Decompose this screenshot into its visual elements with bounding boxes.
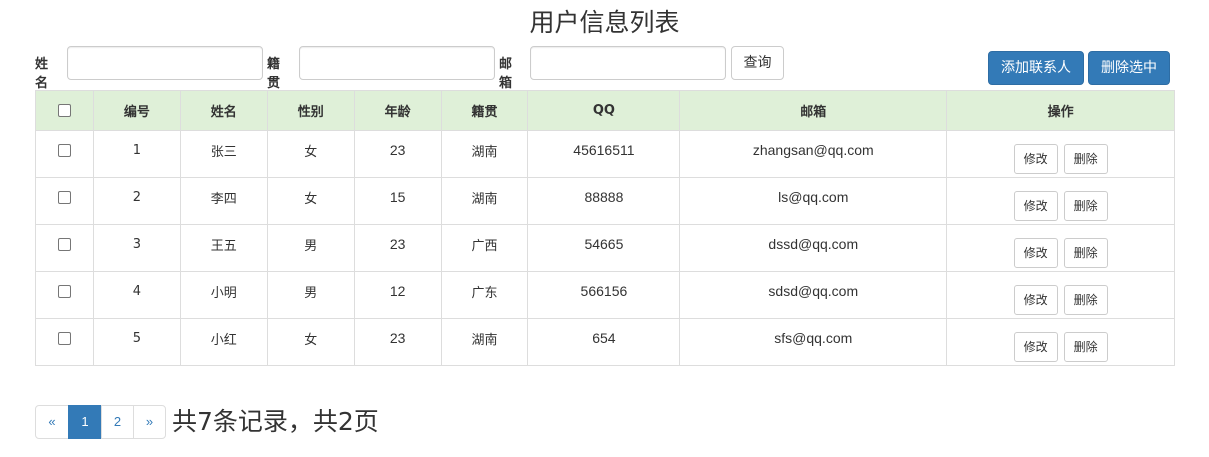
email-label: 邮箱	[499, 57, 513, 91]
row-actions-cell: 修改 删除	[946, 224, 1175, 272]
page-title: 用户信息列表	[529, 8, 680, 37]
table-row: 2 李四女 15 湖南 88888 ls@qq.com 修改 删除	[35, 177, 1175, 225]
column-header: 编号	[92, 90, 181, 131]
delete-button[interactable]: 删除	[1063, 144, 1108, 174]
cell-hometown: 湖南	[440, 318, 529, 366]
cell-gender: 男	[266, 271, 355, 319]
cell-email: zhangsan@qq.com	[679, 130, 948, 178]
hometown-label: 籍贯	[267, 57, 281, 91]
row-select-cell	[35, 271, 94, 319]
cell-email: dssd@qq.com	[679, 224, 948, 272]
name-input[interactable]	[67, 46, 263, 80]
cell-email: sdsd@qq.com	[679, 271, 948, 319]
delete-selected-button[interactable]: 删除选中	[1088, 51, 1170, 85]
column-header: 姓名	[179, 90, 268, 131]
cell-name: 张三	[179, 130, 268, 178]
table-body: 1 张三女 23 湖南 45616511 zhangsan@qq.com 修改 删除 2 李四女 1…	[35, 130, 1175, 366]
table-row: 5 小红女 23 湖南 654 sfs@qq.com 修改 删除	[35, 318, 1175, 366]
row-checkbox[interactable]	[57, 190, 71, 204]
cell-gender: 女	[266, 318, 355, 366]
row-checkbox[interactable]	[57, 284, 71, 298]
cell-gender: 女	[266, 177, 355, 225]
cell-id: 1	[92, 130, 181, 178]
cell-name: 小明	[179, 271, 268, 319]
cell-hometown: 广东	[440, 271, 529, 319]
page-2-button[interactable]: 2	[101, 405, 134, 439]
cell-qq: 566156	[527, 271, 681, 319]
cell-id: 2	[92, 177, 181, 225]
column-header: 性别	[266, 90, 355, 131]
column-header: 年龄	[353, 90, 442, 131]
delete-button[interactable]: 删除	[1063, 285, 1108, 315]
row-actions-cell: 修改 删除	[946, 177, 1175, 225]
select-all-checkbox[interactable]	[57, 104, 71, 117]
edit-button[interactable]: 修改	[1013, 238, 1058, 268]
row-actions-cell: 修改 删除	[946, 130, 1175, 178]
cell-age: 23	[353, 224, 442, 272]
cell-id: 5	[92, 318, 181, 366]
cell-name: 王五	[179, 224, 268, 272]
cell-age: 15	[353, 177, 442, 225]
hometown-input[interactable]	[299, 46, 495, 80]
cell-qq: 654	[527, 318, 681, 366]
delete-button[interactable]: 删除	[1063, 191, 1108, 221]
cell-age: 23	[353, 318, 442, 366]
edit-button[interactable]: 修改	[1013, 144, 1058, 174]
table-row: 1 张三女 23 湖南 45616511 zhangsan@qq.com 修改 删除	[35, 130, 1175, 178]
next-page-button[interactable]: »	[133, 405, 166, 439]
table-row: 3 王五男 23 广西 54665 dssd@qq.com 修改 删除	[35, 224, 1175, 272]
row-actions-cell: 修改 删除	[946, 271, 1175, 319]
column-header: 邮箱	[679, 90, 948, 131]
row-select-cell	[35, 177, 94, 225]
row-select-cell	[35, 318, 94, 366]
select-all-cell	[35, 90, 94, 131]
cell-age: 12	[353, 271, 442, 319]
table-row: 4 小明男 12 广东 566156 sdsd@qq.com 修改 删除	[35, 271, 1175, 319]
cell-hometown: 广西	[440, 224, 529, 272]
row-actions-cell: 修改 删除	[946, 318, 1175, 366]
cell-name: 李四	[179, 177, 268, 225]
row-checkbox[interactable]	[57, 237, 71, 251]
cell-qq: 88888	[527, 177, 681, 225]
pagination: « 1 2 »	[35, 405, 166, 439]
row-select-cell	[35, 224, 94, 272]
email-input[interactable]	[530, 46, 726, 80]
column-header: 籍贯	[440, 90, 529, 131]
column-header: QQ	[527, 90, 681, 131]
cell-email: ls@qq.com	[679, 177, 948, 225]
cell-hometown: 湖南	[440, 130, 529, 178]
name-label: 姓名	[35, 57, 49, 91]
cell-qq: 45616511	[527, 130, 681, 178]
cell-name: 小红	[179, 318, 268, 366]
add-contact-button[interactable]: 添加联系人	[988, 51, 1084, 85]
cell-hometown: 湖南	[440, 177, 529, 225]
table-header-row: 编号 姓名 性别 年龄 籍贯 QQ 邮箱 操作	[35, 90, 1175, 131]
pagination-summary: 共7条记录，共2页	[172, 407, 379, 436]
cell-gender: 男	[266, 224, 355, 272]
delete-button[interactable]: 删除	[1063, 332, 1108, 362]
edit-button[interactable]: 修改	[1013, 285, 1058, 315]
cell-email: sfs@qq.com	[679, 318, 948, 366]
cell-qq: 54665	[527, 224, 681, 272]
cell-age: 23	[353, 130, 442, 178]
delete-button[interactable]: 删除	[1063, 238, 1108, 268]
edit-button[interactable]: 修改	[1013, 191, 1058, 221]
row-checkbox[interactable]	[57, 143, 71, 157]
prev-page-button[interactable]: «	[35, 405, 69, 439]
cell-id: 4	[92, 271, 181, 319]
cell-gender: 女	[266, 130, 355, 178]
user-table: 编号 姓名 性别 年龄 籍贯 QQ 邮箱 操作 1 张三女 23 湖南 45616511…	[35, 90, 1175, 366]
row-select-cell	[35, 130, 94, 178]
row-checkbox[interactable]	[57, 331, 71, 345]
cell-id: 3	[92, 224, 181, 272]
page-1-button[interactable]: 1	[68, 405, 102, 439]
edit-button[interactable]: 修改	[1013, 332, 1058, 362]
column-header: 操作	[946, 90, 1175, 131]
query-button[interactable]: 查询	[731, 46, 784, 80]
